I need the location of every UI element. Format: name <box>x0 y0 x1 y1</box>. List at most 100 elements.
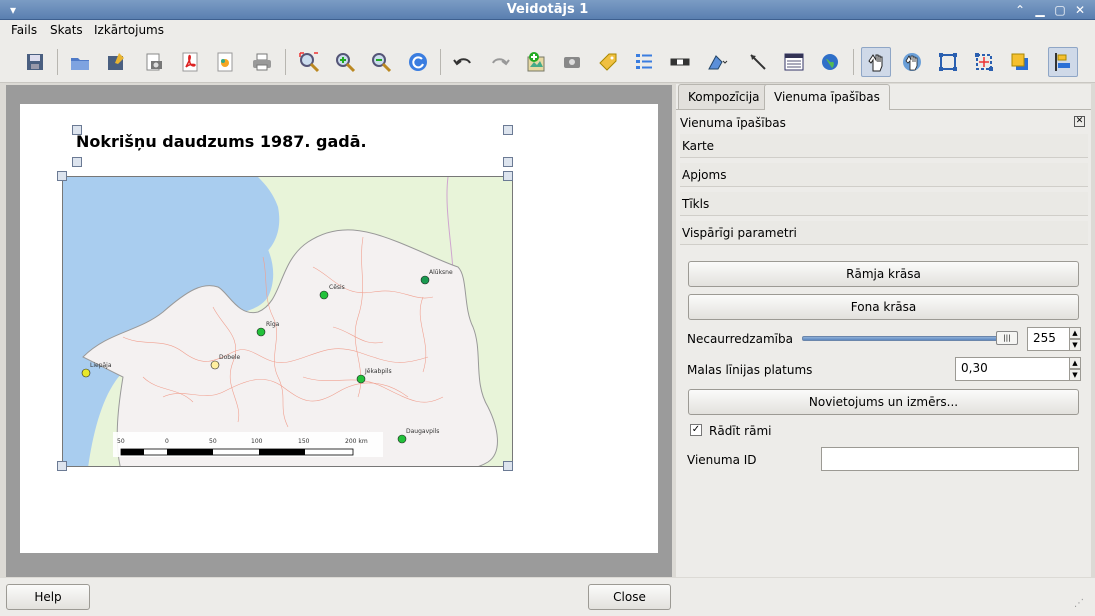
add-table-icon[interactable] <box>779 47 809 77</box>
print-icon[interactable] <box>247 47 277 77</box>
save-template-icon[interactable] <box>101 47 131 77</box>
add-map-icon[interactable] <box>521 47 551 77</box>
city-label: Cēsis <box>329 284 345 291</box>
undo-icon[interactable] <box>448 47 478 77</box>
item-id-field[interactable] <box>821 447 1079 471</box>
selection-handle[interactable] <box>57 171 67 181</box>
menu-skats[interactable]: Skats <box>50 23 83 37</box>
city-marker[interactable] <box>420 275 430 285</box>
spin-down-icon[interactable]: ▼ <box>1069 369 1081 381</box>
page-title-label[interactable]: Nokrišņu daudzums 1987. gadā. <box>76 132 367 151</box>
city-label: Daugavpils <box>406 428 439 435</box>
city-marker[interactable] <box>356 374 366 384</box>
section-map[interactable]: Karte <box>680 134 1088 158</box>
scalebar-label: 50 <box>209 438 217 445</box>
page: Nokrišņu daudzums 1987. gadā. 50 0 50 10… <box>20 104 658 553</box>
bg-color-button[interactable]: Fona krāsa <box>688 294 1079 320</box>
open-template-icon[interactable] <box>65 47 95 77</box>
toolbar <box>0 41 1095 83</box>
panel-header: Vienuma īpašības <box>680 116 786 130</box>
scalebar-label: 50 <box>117 438 125 445</box>
city-label: Alūksne <box>429 269 453 276</box>
city-marker[interactable] <box>397 434 407 444</box>
group-icon[interactable] <box>933 47 963 77</box>
city-label: Jēkabpils <box>364 368 392 375</box>
composer-canvas[interactable]: Nokrišņu daudzums 1987. gadā. 50 0 50 10… <box>6 85 672 577</box>
zoom-out-icon[interactable] <box>366 47 396 77</box>
selection-handle[interactable] <box>72 125 82 135</box>
city-marker[interactable] <box>319 290 329 300</box>
map-canvas: 50 0 50 100 150 200 km Cēsis Alūksne Rīg… <box>63 177 512 466</box>
properties-panel: Kompozīcija Vienuma īpašības Vienuma īpa… <box>676 84 1091 577</box>
scalebar-label: 100 <box>251 438 263 445</box>
minimize-icon[interactable]: ▁ <box>1031 2 1049 18</box>
menu-izkartojums[interactable]: Izkārtojums <box>94 23 164 37</box>
raise-icon[interactable] <box>1005 47 1035 77</box>
selection-handle[interactable] <box>503 461 513 471</box>
city-marker[interactable] <box>256 327 266 337</box>
export-image-icon[interactable] <box>139 47 169 77</box>
ungroup-icon[interactable] <box>969 47 999 77</box>
add-scalebar-icon[interactable] <box>665 47 695 77</box>
map-item[interactable]: 50 0 50 100 150 200 km Cēsis Alūksne Rīg… <box>62 176 513 467</box>
window-title: Veidotājs 1 <box>506 2 589 17</box>
selection-handle[interactable] <box>503 125 513 135</box>
export-pdf-icon[interactable] <box>175 47 205 77</box>
spin-down-icon[interactable]: ▼ <box>1069 339 1081 351</box>
add-image-icon[interactable] <box>557 47 587 77</box>
align-icon[interactable] <box>1048 47 1078 77</box>
scalebar-label: 200 km <box>345 438 368 445</box>
opacity-spinbox[interactable]: 255 <box>1027 327 1070 351</box>
tab-composition[interactable]: Kompozīcija <box>678 84 770 110</box>
section-general[interactable]: Vispārīgi parametri <box>680 221 1088 245</box>
redo-icon[interactable] <box>485 47 515 77</box>
help-button[interactable]: Help <box>6 584 90 610</box>
add-legend-icon[interactable] <box>629 47 659 77</box>
add-html-icon[interactable] <box>815 47 845 77</box>
selection-handle[interactable] <box>503 157 513 167</box>
add-shape-icon[interactable] <box>702 47 732 77</box>
opacity-slider[interactable] <box>802 336 1018 341</box>
selection-handle[interactable] <box>57 461 67 471</box>
opacity-slider-handle[interactable]: ||| <box>996 331 1018 345</box>
export-svg-icon[interactable] <box>210 47 240 77</box>
selection-handle[interactable] <box>503 171 513 181</box>
refresh-icon[interactable] <box>403 47 433 77</box>
select-move-icon[interactable] <box>861 47 891 77</box>
city-label: Liepāja <box>90 362 112 369</box>
spin-up-icon[interactable]: ▲ <box>1069 327 1081 339</box>
position-size-button[interactable]: Novietojums un izmērs... <box>688 389 1079 415</box>
zoom-in-icon[interactable] <box>330 47 360 77</box>
tab-item-properties[interactable]: Vienuma īpašības <box>764 84 890 110</box>
section-grid[interactable]: Tīkls <box>680 192 1088 216</box>
show-frame-checkbox[interactable]: ✓ <box>690 424 702 436</box>
dialog-buttons: Help Close ⋰ <box>0 578 1095 616</box>
scalebar-label: 150 <box>298 438 310 445</box>
item-id-label: Vienuma ID <box>687 453 757 467</box>
city-marker[interactable] <box>210 360 220 370</box>
outline-width-label: Malas līnijas platums <box>687 363 813 377</box>
add-arrow-icon[interactable] <box>743 47 773 77</box>
close-window-icon[interactable]: ✕ <box>1071 2 1089 18</box>
city-marker[interactable] <box>81 368 91 378</box>
shade-icon[interactable]: ⌃ <box>1011 2 1029 18</box>
frame-color-button[interactable]: Rāmja krāsa <box>688 261 1079 287</box>
maximize-icon[interactable]: ▢ <box>1051 2 1069 18</box>
scalebar <box>120 448 354 456</box>
title-bar: ▾ Veidotājs 1 ⌃ ▁ ▢ ✕ <box>0 0 1095 20</box>
selection-handle[interactable] <box>72 157 82 167</box>
close-panel-icon[interactable]: ✕ <box>1074 116 1085 127</box>
show-frame-label: Rādīt rāmi <box>709 424 772 438</box>
zoom-full-icon[interactable] <box>294 47 324 77</box>
resize-grip-icon[interactable]: ⋰ <box>1074 598 1090 612</box>
add-label-icon[interactable] <box>593 47 623 77</box>
spin-up-icon[interactable]: ▲ <box>1069 357 1081 369</box>
city-label: Dobele <box>219 354 240 361</box>
outline-width-spinbox[interactable]: 0,30 <box>955 357 1070 381</box>
city-label: Rīga <box>266 321 280 328</box>
section-extent[interactable]: Apjoms <box>680 163 1088 187</box>
move-content-icon[interactable] <box>897 47 927 77</box>
menu-fails[interactable]: Fails <box>11 23 37 37</box>
save-icon[interactable] <box>20 47 50 77</box>
close-button[interactable]: Close <box>588 584 671 610</box>
